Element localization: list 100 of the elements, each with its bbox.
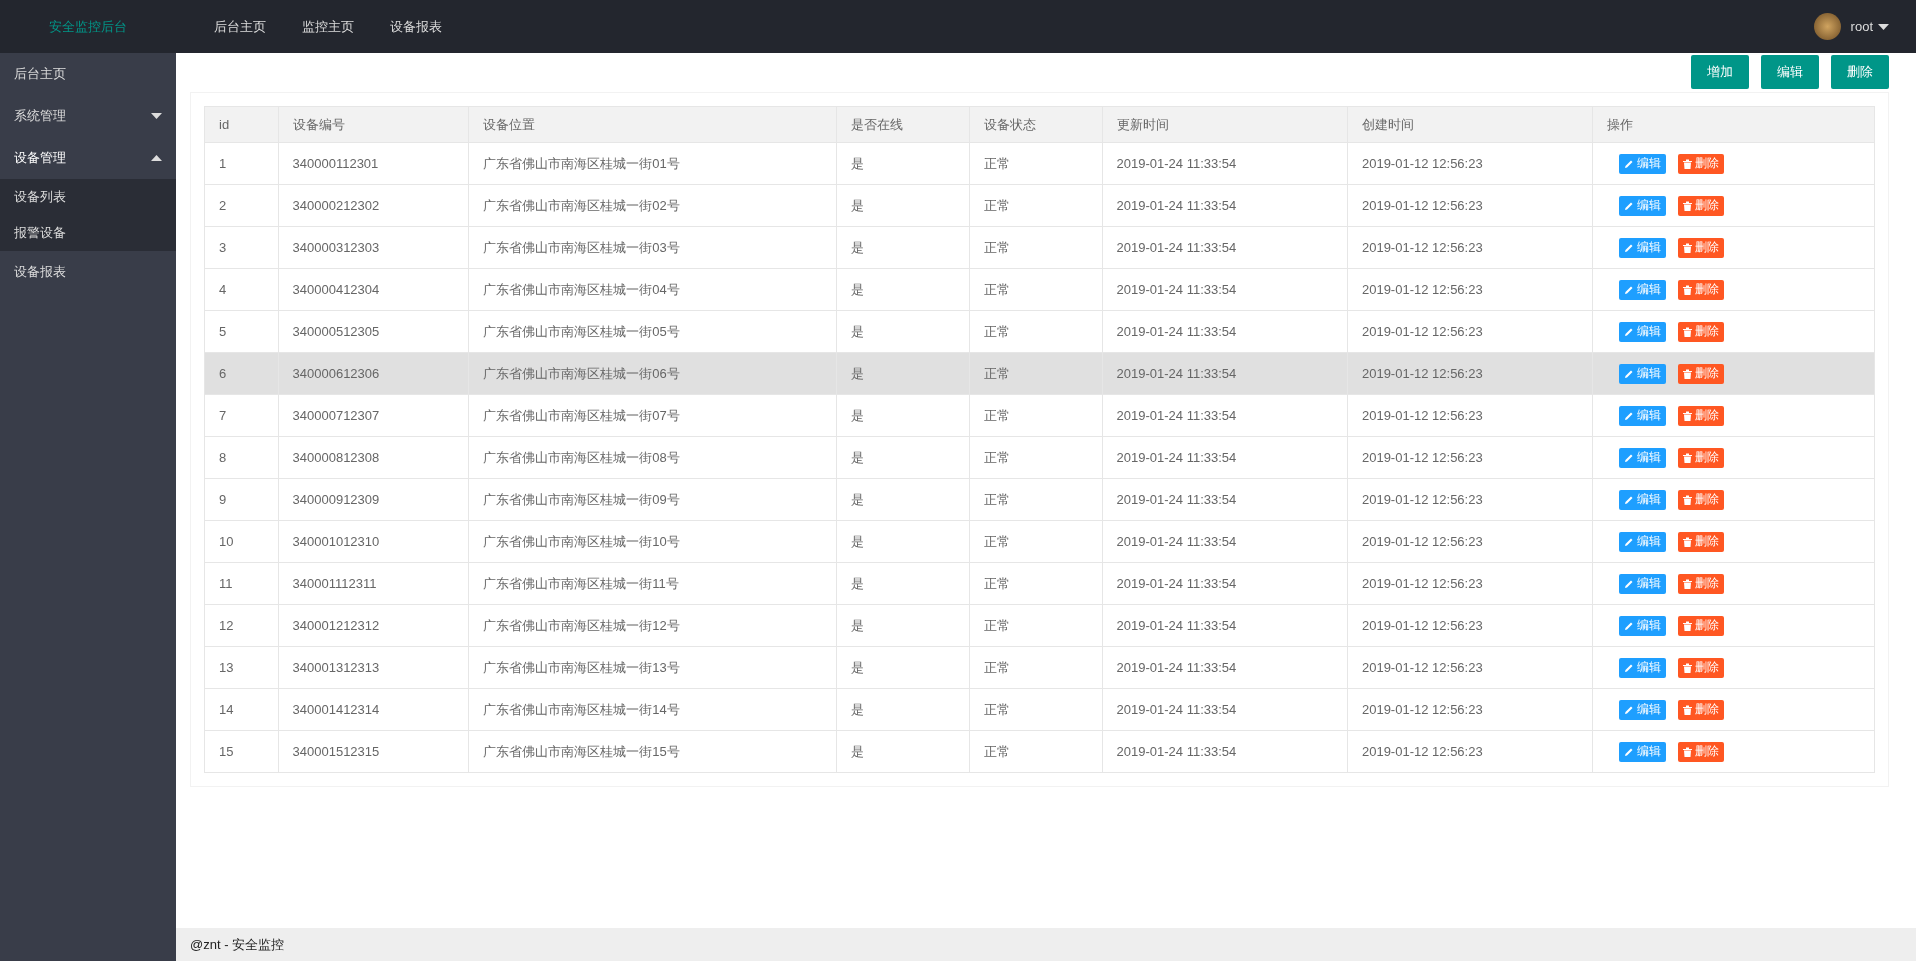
trash-icon	[1683, 662, 1693, 673]
table-cell: 正常	[969, 268, 1103, 311]
table-cell: 2019-01-24 11:33:54	[1102, 184, 1348, 227]
delete-button[interactable]: 删除	[1678, 573, 1725, 594]
edit-button[interactable]: 编辑	[1619, 279, 1667, 300]
nav-link[interactable]: 监控主页	[284, 17, 372, 36]
trash-icon	[1683, 704, 1693, 715]
edit-button[interactable]: 编辑	[1619, 699, 1667, 720]
delete-button[interactable]: 删除	[1678, 321, 1725, 342]
sidebar-subitem[interactable]: 报警设备	[0, 215, 176, 251]
trash-icon	[1683, 410, 1693, 421]
table-cell: 340001412314	[278, 688, 469, 731]
table-cell: 2019-01-12 12:56:23	[1347, 520, 1593, 563]
table-cell: 是	[836, 730, 970, 773]
toolbar-button[interactable]: 删除	[1831, 55, 1889, 89]
table-cell: 广东省佛山市南海区桂城一街02号	[468, 184, 837, 227]
edit-button[interactable]: 编辑	[1619, 153, 1667, 174]
table-cell: 340001012310	[278, 520, 469, 563]
pencil-icon	[1624, 158, 1635, 169]
column-header: 设备编号	[278, 106, 469, 143]
toolbar-button[interactable]: 增加	[1691, 55, 1749, 89]
table-cell: 正常	[969, 352, 1103, 395]
pencil-icon	[1624, 494, 1635, 505]
table-cell: 340001512315	[278, 730, 469, 773]
trash-icon	[1683, 452, 1693, 463]
table-cell: 2019-01-24 11:33:54	[1102, 352, 1348, 395]
table-cell: 是	[836, 394, 970, 437]
edit-button[interactable]: 编辑	[1619, 489, 1667, 510]
edit-button[interactable]: 编辑	[1619, 363, 1667, 384]
edit-button[interactable]: 编辑	[1619, 321, 1667, 342]
nav-link[interactable]: 后台主页	[196, 17, 284, 36]
delete-button[interactable]: 删除	[1678, 489, 1725, 510]
table-cell: 广东省佛山市南海区桂城一街04号	[468, 268, 837, 311]
footer-text: @znt - 安全监控	[190, 935, 285, 954]
edit-button[interactable]: 编辑	[1619, 657, 1667, 678]
table-cell: 正常	[969, 142, 1103, 185]
delete-button[interactable]: 删除	[1678, 741, 1725, 762]
edit-button[interactable]: 编辑	[1619, 573, 1667, 594]
table-cell: 2019-01-24 11:33:54	[1102, 604, 1348, 647]
table-cell: 8	[204, 436, 279, 479]
table-cell: 2019-01-12 12:56:23	[1347, 142, 1593, 185]
table-cell: 广东省佛山市南海区桂城一街15号	[468, 730, 837, 773]
sidebar-subitem[interactable]: 设备列表	[0, 179, 176, 215]
table-cell: 2019-01-24 11:33:54	[1102, 688, 1348, 731]
user-menu[interactable]: root	[1850, 19, 1889, 34]
nav-link[interactable]: 设备报表	[372, 17, 460, 36]
table-cell: 广东省佛山市南海区桂城一街09号	[468, 478, 837, 521]
table-cell: 是	[836, 268, 970, 311]
table-cell: 正常	[969, 226, 1103, 269]
table-cell: 正常	[969, 310, 1103, 353]
edit-button[interactable]: 编辑	[1619, 237, 1667, 258]
table-cell: 广东省佛山市南海区桂城一街10号	[468, 520, 837, 563]
table-cell: 广东省佛山市南海区桂城一街13号	[468, 646, 837, 689]
delete-button[interactable]: 删除	[1678, 237, 1725, 258]
edit-button[interactable]: 编辑	[1619, 447, 1667, 468]
table-cell: 2019-01-24 11:33:54	[1102, 562, 1348, 605]
column-header: id	[204, 106, 279, 143]
table-cell: 2019-01-12 12:56:23	[1347, 646, 1593, 689]
trash-icon	[1683, 200, 1693, 211]
edit-button[interactable]: 编辑	[1619, 531, 1667, 552]
delete-button[interactable]: 删除	[1678, 657, 1725, 678]
table-cell: 340001312313	[278, 646, 469, 689]
delete-button[interactable]: 删除	[1678, 195, 1725, 216]
delete-button[interactable]: 删除	[1678, 363, 1725, 384]
delete-button[interactable]: 删除	[1678, 279, 1725, 300]
pencil-icon	[1624, 536, 1635, 547]
table-cell: 1	[204, 142, 279, 185]
pencil-icon	[1624, 620, 1635, 631]
delete-button[interactable]: 删除	[1678, 699, 1725, 720]
table-cell: 广东省佛山市南海区桂城一街14号	[468, 688, 837, 731]
delete-button[interactable]: 删除	[1678, 447, 1725, 468]
column-header: 更新时间	[1102, 106, 1348, 143]
table-cell: 是	[836, 226, 970, 269]
edit-button[interactable]: 编辑	[1619, 195, 1667, 216]
table-cell: 正常	[969, 436, 1103, 479]
edit-button[interactable]: 编辑	[1619, 405, 1667, 426]
pencil-icon	[1624, 704, 1635, 715]
delete-button[interactable]: 删除	[1678, 153, 1725, 174]
delete-button[interactable]: 删除	[1678, 615, 1725, 636]
delete-button[interactable]: 删除	[1678, 531, 1725, 552]
delete-button[interactable]: 删除	[1678, 405, 1725, 426]
sidebar-group[interactable]: 系统管理	[0, 95, 176, 137]
table-cell: 是	[836, 184, 970, 227]
pencil-icon	[1624, 746, 1635, 757]
table-cell: 340000712307	[278, 394, 469, 437]
sidebar-item[interactable]: 后台主页	[0, 53, 176, 95]
table-cell: 2019-01-24 11:33:54	[1102, 478, 1348, 521]
table-cell: 2019-01-24 11:33:54	[1102, 226, 1348, 269]
edit-button[interactable]: 编辑	[1619, 741, 1667, 762]
table-cell: 是	[836, 562, 970, 605]
table-cell: 是	[836, 310, 970, 353]
caret-down-icon	[1878, 23, 1889, 30]
toolbar-button[interactable]: 编辑	[1761, 55, 1819, 89]
table-cell: 2019-01-12 12:56:23	[1347, 688, 1593, 731]
sidebar-item[interactable]: 设备报表	[0, 251, 176, 293]
table-cell: 2019-01-24 11:33:54	[1102, 646, 1348, 689]
edit-button[interactable]: 编辑	[1619, 615, 1667, 636]
table-cell: 4	[204, 268, 279, 311]
table-cell: 正常	[969, 730, 1103, 773]
sidebar-group[interactable]: 设备管理	[0, 137, 176, 179]
